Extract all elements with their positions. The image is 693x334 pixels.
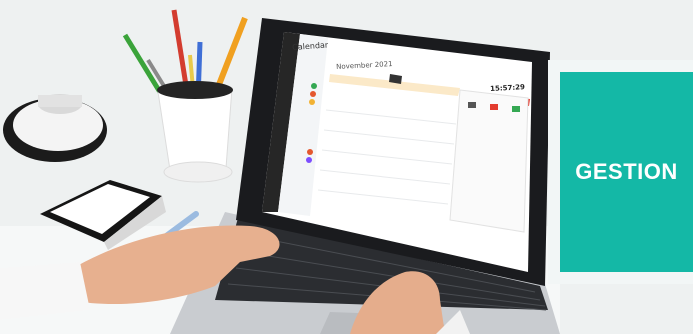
gestion-badge: GESTION	[560, 72, 693, 272]
badge-label: GESTION	[575, 159, 678, 184]
